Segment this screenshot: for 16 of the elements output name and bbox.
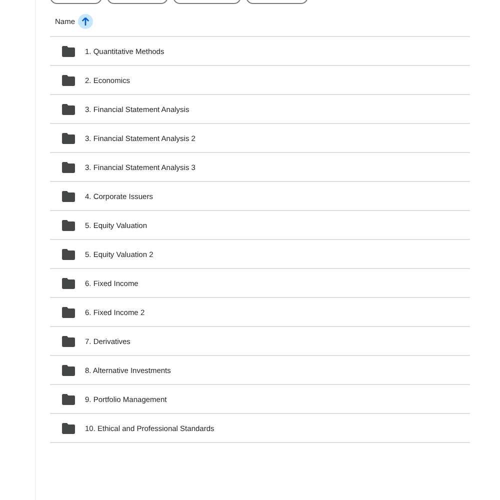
arrow-up-icon [81,16,90,26]
folder-icon [62,162,75,172]
folder-icon [62,104,75,114]
sort-button[interactable] [78,14,94,28]
folder-icon [62,132,75,144]
folder-icon [62,74,75,86]
folder-icon [62,190,75,202]
folder-icon [62,220,75,230]
folder-icon [62,46,75,56]
folder-icon [62,306,75,318]
folder-icon [62,278,75,288]
folder-icon [62,422,75,434]
folder-icon [62,364,75,376]
folder-icon [62,336,75,346]
folder-icon [62,248,75,260]
folder-icon [62,394,75,404]
